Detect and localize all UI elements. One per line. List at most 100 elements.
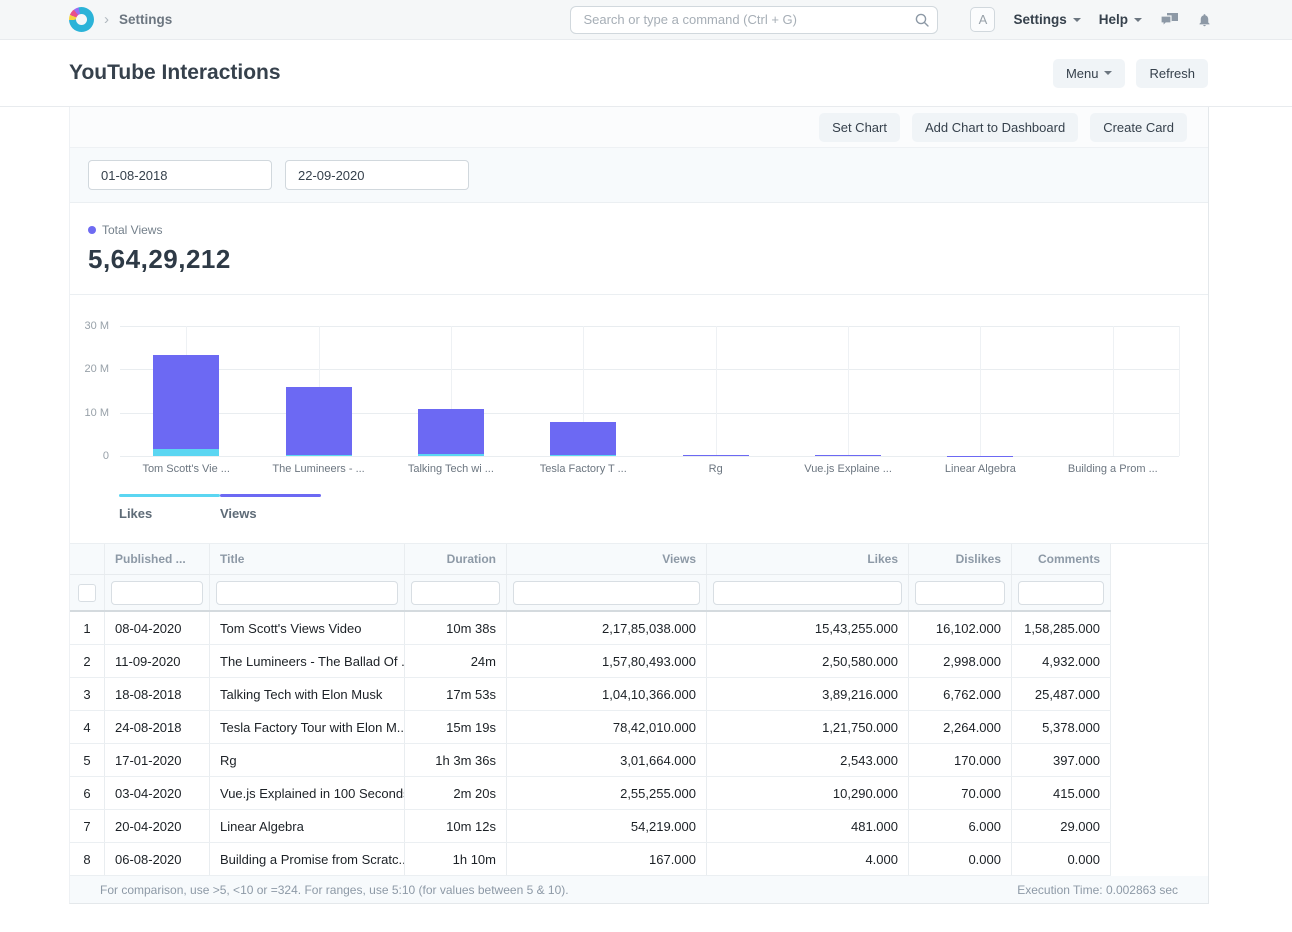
table-cell[interactable]: Talking Tech with Elon Musk [210,678,405,710]
legend-item-likes[interactable]: Likes [119,494,220,521]
table-cell[interactable]: 2m 20s [405,777,507,809]
table-cell[interactable]: 3 [70,678,105,710]
search-icon[interactable] [914,12,930,33]
table-cell[interactable]: 03-04-2020 [105,777,210,809]
column-header-likes[interactable]: Likes [707,544,909,574]
select-all-box[interactable] [78,584,96,602]
set-chart-button[interactable]: Set Chart [819,113,900,142]
table-cell[interactable]: 2,17,85,038.000 [507,612,707,644]
table-cell[interactable]: 2,998.000 [909,645,1012,677]
avatar[interactable]: A [970,7,995,32]
table-cell[interactable]: 2 [70,645,105,677]
table-cell[interactable]: 25,487.000 [1012,678,1111,710]
column-header-title[interactable]: Title [210,544,405,574]
column-filter-input[interactable] [915,581,1005,605]
table-cell[interactable]: 2,55,255.000 [507,777,707,809]
notifications-bell-icon[interactable] [1197,12,1212,28]
add-chart-to-dashboard-button[interactable]: Add Chart to Dashboard [912,113,1078,142]
table-cell[interactable]: 2,543.000 [707,744,909,776]
table-cell[interactable]: 3,89,216.000 [707,678,909,710]
column-filter-input[interactable] [513,581,700,605]
table-cell[interactable]: 0.000 [909,843,1012,875]
table-cell[interactable]: 70.000 [909,777,1012,809]
settings-menu[interactable]: Settings [1013,12,1080,27]
table-cell[interactable]: 1h 10m [405,843,507,875]
table-cell[interactable]: 3,01,664.000 [507,744,707,776]
create-card-button[interactable]: Create Card [1090,113,1187,142]
table-cell[interactable]: 1,57,80,493.000 [507,645,707,677]
table-cell[interactable]: 4 [70,711,105,743]
table-cell[interactable]: 6.000 [909,810,1012,842]
table-cell[interactable]: 167.000 [507,843,707,875]
table-cell[interactable]: 481.000 [707,810,909,842]
column-filter-input[interactable] [713,581,902,605]
table-cell[interactable]: Building a Promise from Scratc... [210,843,405,875]
table-cell[interactable]: 17m 53s [405,678,507,710]
table-cell[interactable]: 10,290.000 [707,777,909,809]
table-cell[interactable]: Vue.js Explained in 100 Seconds [210,777,405,809]
table-cell[interactable]: 7 [70,810,105,842]
to-date-input[interactable] [285,160,469,190]
table-cell[interactable]: 1,04,10,366.000 [507,678,707,710]
menu-button[interactable]: Menu [1053,59,1126,88]
refresh-button[interactable]: Refresh [1136,59,1208,88]
search-input[interactable] [570,6,938,34]
column-filter-input[interactable] [411,581,500,605]
column-filter-input[interactable] [216,581,398,605]
table-cell[interactable]: 5 [70,744,105,776]
table-cell[interactable]: 16,102.000 [909,612,1012,644]
table-cell[interactable]: 10m 12s [405,810,507,842]
table-cell[interactable]: 06-08-2020 [105,843,210,875]
chart-bar[interactable] [683,455,749,456]
column-header-comments[interactable]: Comments [1012,544,1111,574]
table-cell[interactable]: 29.000 [1012,810,1111,842]
app-logo[interactable] [69,7,94,32]
feedback-icon[interactable] [1160,12,1179,28]
table-cell[interactable]: 17-01-2020 [105,744,210,776]
table-cell[interactable]: 2,264.000 [909,711,1012,743]
table-cell[interactable]: 08-04-2020 [105,612,210,644]
table-cell[interactable]: Tom Scott's Views Video [210,612,405,644]
table-cell[interactable]: 78,42,010.000 [507,711,707,743]
column-header-published[interactable]: Published ... [105,544,210,574]
table-cell[interactable]: 10m 38s [405,612,507,644]
chart-bar[interactable] [286,387,352,456]
table-cell[interactable]: 8 [70,843,105,875]
table-cell[interactable]: 54,219.000 [507,810,707,842]
table-cell[interactable]: 4.000 [707,843,909,875]
column-header-select[interactable] [70,544,105,574]
column-header-views[interactable]: Views [507,544,707,574]
table-cell[interactable]: 20-04-2020 [105,810,210,842]
table-cell[interactable]: The Lumineers - The Ballad Of ... [210,645,405,677]
table-cell[interactable]: 0.000 [1012,843,1111,875]
column-header-dislikes[interactable]: Dislikes [909,544,1012,574]
table-cell[interactable]: 1h 3m 36s [405,744,507,776]
table-cell[interactable]: 15,43,255.000 [707,612,909,644]
legend-item-views[interactable]: Views [220,494,321,521]
table-cell[interactable]: 11-09-2020 [105,645,210,677]
help-menu[interactable]: Help [1099,12,1142,27]
table-cell[interactable]: 4,932.000 [1012,645,1111,677]
column-header-duration[interactable]: Duration [405,544,507,574]
table-cell[interactable]: 397.000 [1012,744,1111,776]
table-cell[interactable]: Rg [210,744,405,776]
table-cell[interactable]: 2,50,580.000 [707,645,909,677]
chart-bar[interactable] [550,421,616,456]
chart-bar[interactable] [815,455,881,456]
table-cell[interactable]: 5,378.000 [1012,711,1111,743]
chart-bar[interactable] [153,355,219,456]
column-filter-input[interactable] [111,581,203,605]
table-cell[interactable]: 15m 19s [405,711,507,743]
table-cell[interactable]: Tesla Factory Tour with Elon M... [210,711,405,743]
table-cell[interactable]: 6,762.000 [909,678,1012,710]
table-cell[interactable]: 1,21,750.000 [707,711,909,743]
from-date-input[interactable] [88,160,272,190]
table-cell[interactable]: 415.000 [1012,777,1111,809]
table-cell[interactable]: 1,58,285.000 [1012,612,1111,644]
table-cell[interactable]: 6 [70,777,105,809]
table-cell[interactable]: 1 [70,612,105,644]
table-cell[interactable]: 24m [405,645,507,677]
table-cell[interactable]: 24-08-2018 [105,711,210,743]
table-cell[interactable]: 18-08-2018 [105,678,210,710]
table-cell[interactable]: 170.000 [909,744,1012,776]
